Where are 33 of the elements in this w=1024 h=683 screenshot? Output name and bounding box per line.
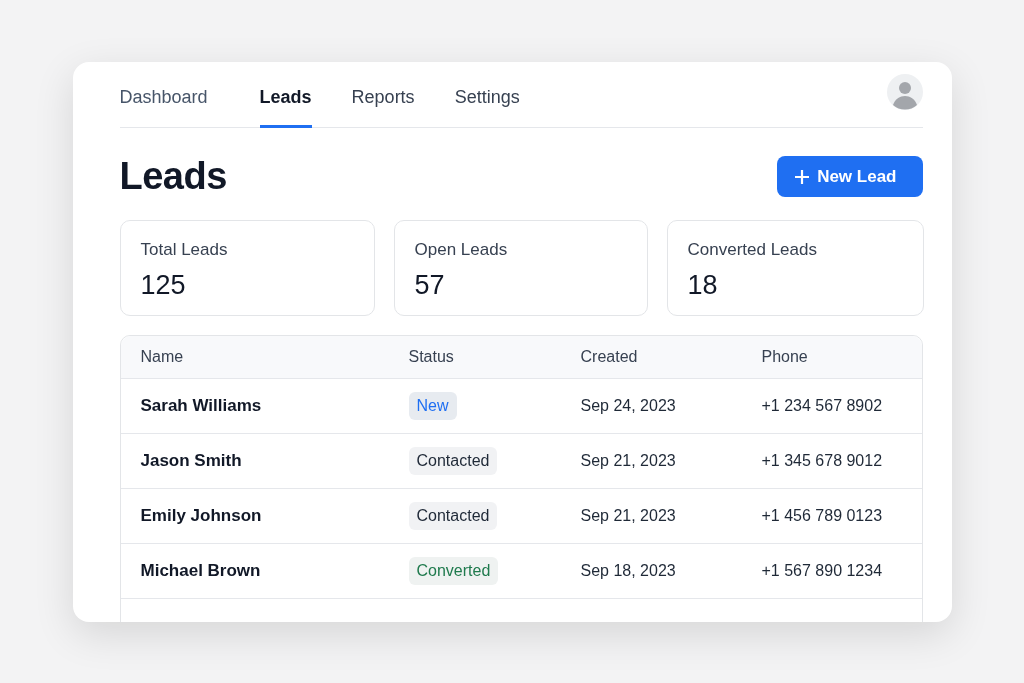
column-header: Created bbox=[580, 348, 639, 366]
status-tag: New bbox=[408, 392, 457, 420]
page-title: Leads bbox=[119, 155, 227, 198]
table-row[interactable]: Michael Brown Converted Sep 18, 2023 +1 567 890 1234 bbox=[120, 543, 922, 599]
lead-name: Michael Brown bbox=[140, 561, 262, 581]
new-lead-button[interactable]: New Lead bbox=[777, 156, 923, 197]
stat-label: Open Leads bbox=[414, 240, 509, 260]
status-tag: Contacted bbox=[408, 447, 498, 475]
stat-label: Converted Leads bbox=[687, 240, 818, 260]
created-date: Sep 21, 2023 bbox=[580, 452, 677, 470]
phone-number: +1 567 890 1234 bbox=[761, 562, 884, 580]
lead-name: Emily Johnson bbox=[140, 506, 263, 526]
status-tag: Converted bbox=[408, 557, 499, 585]
created-date: Sep 18, 2023 bbox=[580, 562, 677, 580]
nav-tab[interactable]: Settings bbox=[454, 62, 520, 128]
stat-value: 57 bbox=[414, 270, 446, 301]
stat-value: 18 bbox=[687, 270, 719, 301]
nav-tab[interactable]: Dashboard bbox=[119, 62, 208, 128]
nav-tab[interactable]: Leads bbox=[259, 62, 312, 128]
column-header: Name bbox=[140, 348, 185, 366]
nav-tab[interactable]: Reports bbox=[351, 62, 415, 128]
created-date: Sep 24, 2023 bbox=[580, 397, 677, 415]
phone-number: +1 345 678 9012 bbox=[761, 452, 884, 470]
lead-name: Sarah Williams bbox=[140, 396, 263, 416]
created-date: Sep 21, 2023 bbox=[580, 507, 677, 525]
stat-value: 125 bbox=[140, 270, 187, 301]
column-header: Phone bbox=[761, 348, 809, 366]
stat-label: Total Leads bbox=[140, 240, 229, 260]
phone-number: +1 234 567 8902 bbox=[761, 397, 884, 415]
lead-name: Jason Smith bbox=[140, 451, 243, 471]
column-header: Status bbox=[408, 348, 455, 366]
phone-number: +1 456 789 0123 bbox=[761, 507, 884, 525]
status-tag: Contacted bbox=[408, 502, 498, 530]
